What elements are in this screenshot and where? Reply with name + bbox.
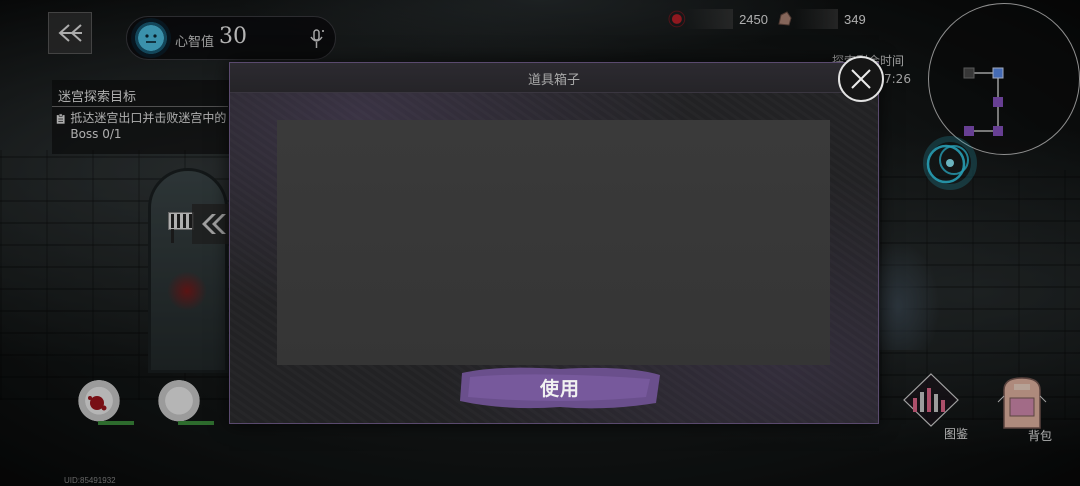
use-label: 使用 xyxy=(539,377,580,400)
use-button[interactable]: 使用 xyxy=(456,363,664,411)
item-grid[interactable] xyxy=(277,120,830,365)
dialog-header: 道具箱子 xyxy=(230,63,878,93)
close-icon xyxy=(851,69,871,89)
item-box-dialog: 道具箱子 使用 xyxy=(229,62,879,424)
dialog-title: 道具箱子 xyxy=(527,73,580,88)
close-button[interactable] xyxy=(838,56,884,102)
